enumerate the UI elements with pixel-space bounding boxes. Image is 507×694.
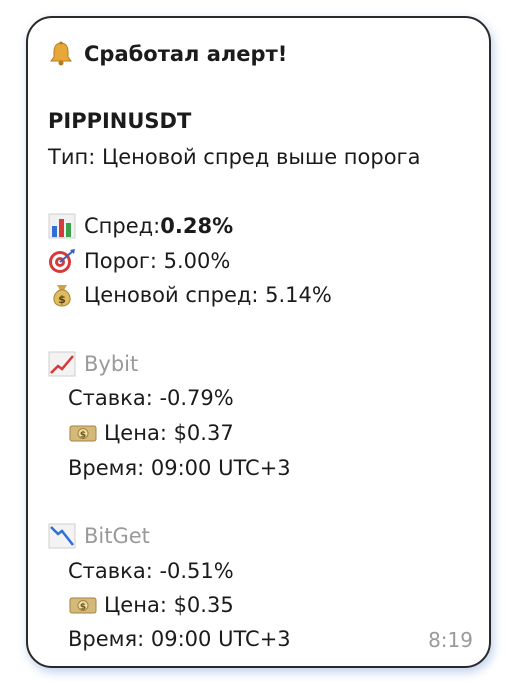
bitget-price-line: $ Цена: $0.35 xyxy=(68,592,234,618)
chart-up-icon xyxy=(48,351,78,377)
target-dart-icon xyxy=(48,248,78,274)
bybit-rate: Ставка: -0.79% xyxy=(68,386,234,410)
bybit-time: Время: 09:00 UTC+3 xyxy=(68,456,291,480)
threshold-line: Порог: 5.00% xyxy=(48,248,230,274)
banknote-icon: $ xyxy=(68,592,98,618)
svg-text:$: $ xyxy=(58,293,66,306)
spread-value: 0.28% xyxy=(160,214,234,238)
threshold: Порог: 5.00% xyxy=(84,249,231,273)
banknote-icon: $ xyxy=(68,420,98,446)
bitget-rate: Ставка: -0.51% xyxy=(68,559,234,583)
alert-header: Сработал алерт! xyxy=(48,41,287,67)
alert-type: Тип: Ценовой спред выше порога xyxy=(48,145,421,169)
money-bag-icon: $ xyxy=(48,282,78,308)
chart-down-icon xyxy=(48,523,78,549)
exchange-name-bitget: BitGet xyxy=(84,524,150,548)
exchange-name-bybit: Bybit xyxy=(84,352,139,376)
bybit-price: Цена: $0.37 xyxy=(104,421,234,445)
bitget-time-line: Время: 09:00 UTC+3 xyxy=(68,626,291,652)
bitget-rate-line: Ставка: -0.51% xyxy=(68,558,234,584)
price-spread-line: $ Ценовой спред: 5.14% xyxy=(48,282,332,308)
svg-text:$: $ xyxy=(80,431,86,441)
spread-line: Спред: 0.28% xyxy=(48,213,233,239)
svg-text:$: $ xyxy=(80,603,86,613)
bell-icon xyxy=(48,41,78,67)
bybit-time-line: Время: 09:00 UTC+3 xyxy=(68,455,291,481)
bybit-rate-line: Ставка: -0.79% xyxy=(68,385,234,411)
bitget-time: Время: 09:00 UTC+3 xyxy=(68,627,291,651)
exchange-bybit-header: Bybit xyxy=(48,351,138,377)
price-spread: Ценовой спред: 5.14% xyxy=(84,283,332,307)
symbol: PIPPINUSDT xyxy=(48,109,192,133)
exchange-bitget-header: BitGet xyxy=(48,523,150,549)
alert-title: Сработал алерт! xyxy=(84,42,288,66)
message-bubble[interactable]: Сработал алерт! PIPPINUSDT Тип: Ценовой … xyxy=(26,16,491,668)
bar-chart-icon xyxy=(48,213,78,239)
symbol-line: PIPPINUSDT xyxy=(48,108,191,134)
bitget-price: Цена: $0.35 xyxy=(104,593,234,617)
type-line: Тип: Ценовой спред выше порога xyxy=(48,144,420,170)
bybit-price-line: $ Цена: $0.37 xyxy=(68,420,234,446)
spread-label: Спред: xyxy=(84,214,161,238)
message-timestamp: 8:19 xyxy=(428,628,473,652)
